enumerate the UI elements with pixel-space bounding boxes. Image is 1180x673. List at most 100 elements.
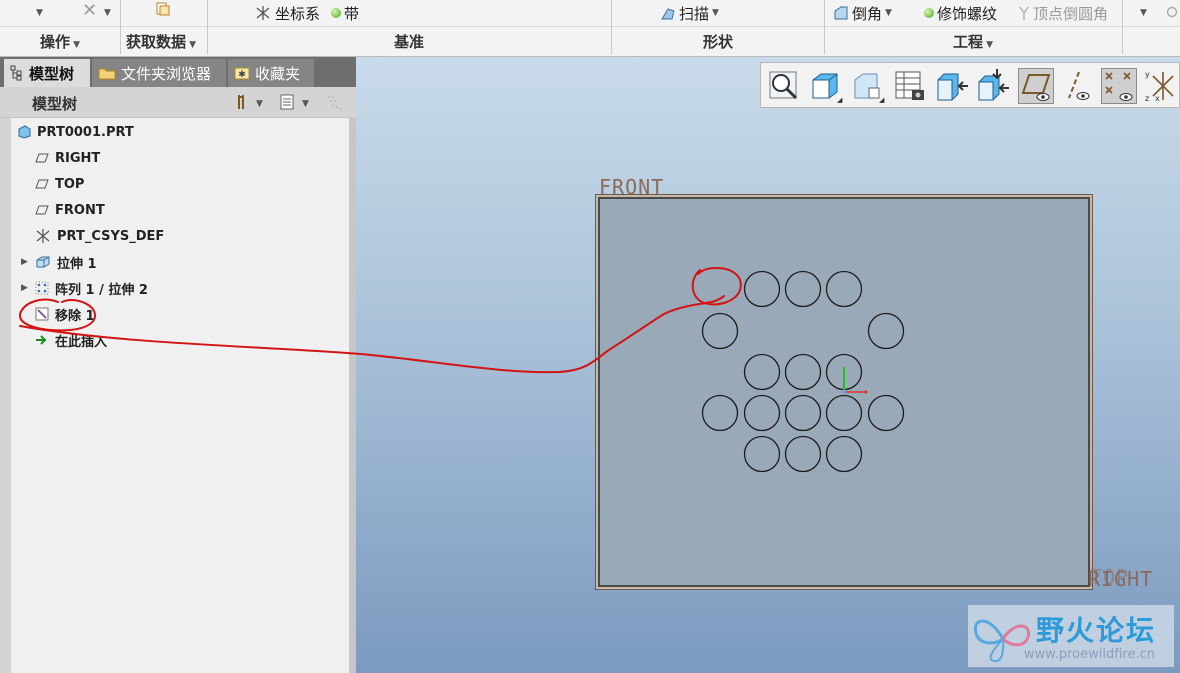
tree-item-label: 在此插入 <box>55 334 108 350</box>
delete-icon[interactable]: ✕ <box>82 0 97 21</box>
view-manager-icon[interactable] <box>892 68 928 104</box>
expand-arrow-icon[interactable]: ▶ <box>21 257 29 267</box>
model-tree-icon <box>10 65 22 81</box>
cosmetic-thread-icon <box>924 8 934 18</box>
band-button[interactable]: 带 <box>331 4 360 23</box>
ribbon-group-labels: 操作 ▼ 获取数据 ▼ 基准 形状 工程 ▼ <box>0 26 1180 55</box>
tab-model-tree[interactable]: 模型树 <box>4 59 90 87</box>
watermark-url: www.proewildfire.cn <box>1024 647 1155 662</box>
tree-item-remove-1[interactable]: 移除 1 <box>35 304 95 324</box>
band-icon <box>331 8 341 18</box>
ribbon-separator <box>1122 0 1123 54</box>
hole[interactable] <box>701 312 739 350</box>
tree-item-top[interactable]: TOP <box>35 174 84 194</box>
hole[interactable] <box>825 435 863 473</box>
tree-item-insert-here[interactable]: 在此插入 <box>35 330 107 350</box>
hole[interactable] <box>743 394 781 432</box>
group-get-data[interactable]: 获取数据 ▼ <box>126 31 196 51</box>
tree-item-label: FRONT <box>55 202 105 218</box>
hole[interactable] <box>784 353 822 391</box>
svg-text:◢: ◢ <box>879 96 885 104</box>
tree-filter-icon[interactable] <box>326 93 346 115</box>
graphics-viewport[interactable]: ◢ ◢ yzx FRONT RIGHT TOP 野火论坛 www.proewil… <box>356 57 1180 673</box>
svg-text:x: x <box>1155 94 1160 103</box>
sweep-icon <box>661 8 675 20</box>
model-tree: PRT0001.PRT RIGHT TOP FRONT PRT_CSYS_DEF… <box>11 118 349 673</box>
hole-pattern <box>701 270 905 473</box>
group-shapes[interactable]: 形状 <box>703 31 733 51</box>
tree-settings-icon[interactable]: ▼ <box>236 93 264 115</box>
view-toolbar: ◢ ◢ y zx <box>760 62 1180 108</box>
copy-geometry-icon[interactable] <box>155 0 171 18</box>
favorites-icon: ✱ <box>234 67 250 80</box>
tab-folder-browser[interactable]: 文件夹浏览器 <box>92 59 226 87</box>
tab-favorites[interactable]: ✱ 收藏夹 <box>228 59 314 87</box>
hole[interactable] <box>867 394 905 432</box>
svg-text:y: y <box>1145 70 1150 79</box>
tree-item-right[interactable]: RIGHT <box>35 148 100 168</box>
more-chevron-icon[interactable]: ▼ <box>1140 4 1147 22</box>
ribbon: ▼ ✕ ▼ 坐标系 带 扫描 ▼ 倒角 ▼ 修饰螺纹 顶点倒圆角 ▼ 操作 ▼ … <box>0 0 1180 57</box>
tree-columns-icon[interactable]: ▼ <box>280 93 312 115</box>
csys-display-icon[interactable]: y zx <box>1143 68 1179 104</box>
expand-arrow-icon[interactable]: ▶ <box>21 283 29 293</box>
hole[interactable] <box>784 394 822 432</box>
vertex-round-icon <box>1019 6 1029 20</box>
point-display-icon[interactable] <box>1101 68 1137 104</box>
spin-center-icon[interactable] <box>975 68 1011 104</box>
hole[interactable] <box>784 435 822 473</box>
dropdown-chevron-icon[interactable]: ▼ <box>104 4 111 22</box>
hole[interactable] <box>701 394 739 432</box>
tab-favorites-label: 收藏夹 <box>255 64 301 83</box>
vertex-round-button[interactable]: 顶点倒圆角 <box>1018 4 1109 23</box>
tree-item-extrude-1[interactable]: ▶ 拉伸 1 <box>21 252 97 272</box>
tree-item-front[interactable]: FRONT <box>35 200 105 220</box>
hole[interactable] <box>784 270 822 308</box>
tree-item-label: TOP <box>55 176 85 192</box>
ribbon-separator <box>207 0 208 54</box>
group-shapes-label: 形状 <box>703 33 734 51</box>
hole[interactable] <box>825 394 863 432</box>
datum-plane-icon <box>35 179 49 189</box>
ribbon-separator <box>120 0 121 54</box>
tree-item-pattern-1[interactable]: ▶ 阵列 1 / 拉伸 2 <box>21 278 148 298</box>
datum-plane-icon <box>35 205 49 215</box>
chamfer-chevron-icon[interactable]: ▼ <box>885 8 892 18</box>
tree-item-label: 移除 1 <box>55 308 95 324</box>
tree-scrollbar[interactable] <box>349 118 356 673</box>
group-engineering[interactable]: 工程 ▼ <box>953 31 993 51</box>
saved-views-icon[interactable]: ◢ <box>849 68 885 104</box>
coord-sys-icon <box>256 6 270 20</box>
ribbon-separator <box>824 0 825 54</box>
vertex-round-label: 顶点倒圆角 <box>1033 4 1109 23</box>
extrude-icon <box>36 256 50 268</box>
sweep-chevron-icon[interactable]: ▼ <box>712 8 719 18</box>
svg-text:✱: ✱ <box>238 70 246 80</box>
plane-display-icon[interactable] <box>1018 68 1054 104</box>
axis-display-icon[interactable] <box>1059 68 1095 104</box>
hole[interactable] <box>867 312 905 350</box>
hole[interactable] <box>825 270 863 308</box>
group-get-data-label: 获取数据 <box>126 33 187 51</box>
svg-text:z: z <box>1145 94 1149 103</box>
pattern-icon <box>35 281 49 295</box>
group-datum[interactable]: 基准 <box>394 31 424 51</box>
part-body[interactable] <box>598 197 1090 587</box>
hole[interactable] <box>743 270 781 308</box>
dropdown-chevron-icon[interactable]: ▼ <box>36 4 43 22</box>
hole[interactable] <box>743 435 781 473</box>
group-operations[interactable]: 操作 ▼ <box>40 31 80 51</box>
coord-sys-label: 坐标系 <box>275 4 321 23</box>
tree-root[interactable]: PRT0001.PRT <box>17 122 134 142</box>
refit-icon[interactable] <box>766 68 802 104</box>
sweep-button[interactable]: 扫描 ▼ <box>660 4 719 23</box>
display-style-icon[interactable]: ◢ <box>807 68 843 104</box>
coord-sys-button[interactable]: 坐标系 <box>254 4 321 23</box>
hole[interactable] <box>743 353 781 391</box>
cosmetic-thread-button[interactable]: 修饰螺纹 <box>924 4 997 23</box>
perspective-view-icon[interactable] <box>934 68 970 104</box>
search-icon[interactable] <box>1166 4 1180 22</box>
chamfer-button[interactable]: 倒角 ▼ <box>833 4 892 23</box>
band-label: 带 <box>344 4 360 23</box>
tree-item-csys[interactable]: PRT_CSYS_DEF <box>35 226 164 246</box>
